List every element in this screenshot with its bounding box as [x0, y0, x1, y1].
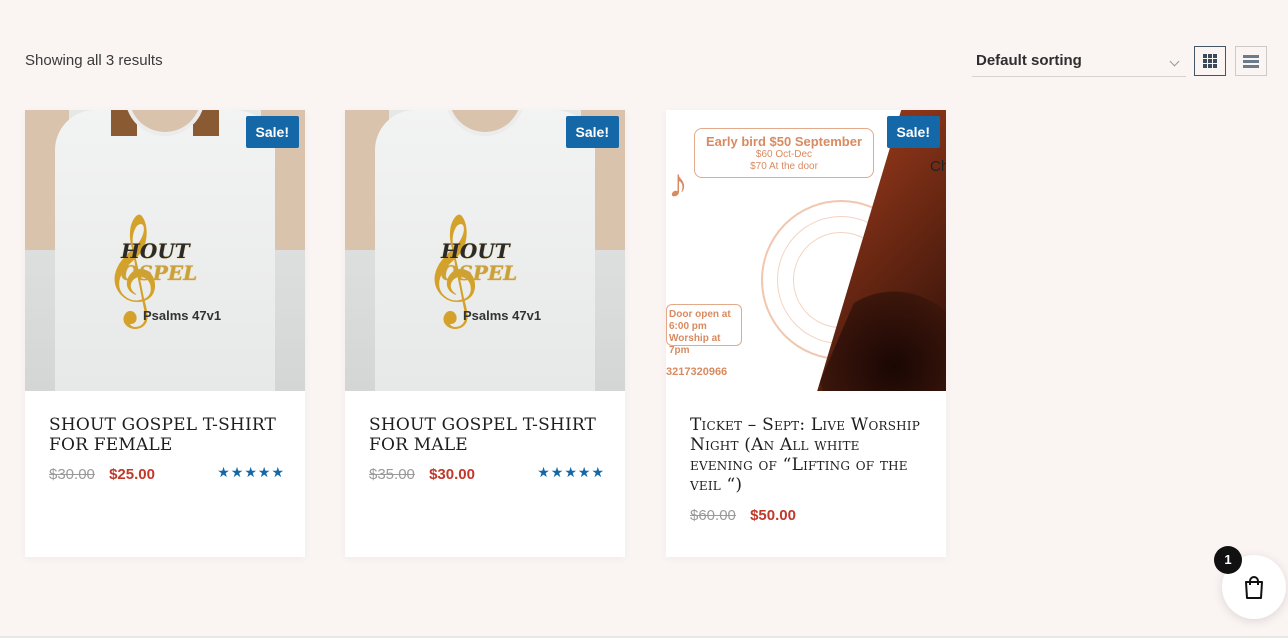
shirt-logo: HOUT OSPEL — [441, 239, 518, 285]
shirt-caption: Psalms 47v1 — [463, 308, 542, 323]
sorting-select[interactable]: Default sorting — [972, 46, 1186, 77]
price-row: $60.00 $50.00 — [690, 507, 926, 529]
chevron-down-icon — [1169, 56, 1180, 67]
shirt-logo: HOUT OSPEL — [121, 239, 198, 285]
sale-badge: Sale! — [886, 116, 940, 148]
old-price: $60.00 — [690, 507, 736, 524]
old-price: $30.00 — [49, 466, 95, 483]
product-title[interactable]: Ticket – Sept: Live Worship Night (An Al… — [690, 415, 926, 495]
star-rating: ★★★★★ — [537, 464, 605, 480]
grid-icon — [1203, 54, 1217, 68]
shirt-caption: Psalms 47v1 — [143, 308, 222, 323]
sale-price: $50.00 — [750, 507, 796, 524]
grid-view-button[interactable] — [1194, 46, 1226, 76]
ticket-corner-text: Ch — [930, 158, 946, 175]
ticket-price-box: Early bird $50 September $60 Oct-Dec $70… — [694, 128, 874, 178]
product-card[interactable]: 𝄞 HOUT OSPEL Psalms 47v1 Sale! SHOUT GOS… — [25, 110, 305, 557]
result-count: Showing all 3 results — [25, 52, 163, 69]
sale-badge: Sale! — [245, 116, 299, 148]
ticket-door-info: Door open at 6:00 pm Worship at 7pm — [666, 304, 742, 356]
cart-count-badge: 1 — [1214, 546, 1242, 574]
product-title[interactable]: SHOUT GOSPEL T-SHIRT FOR FEMALE — [49, 415, 285, 455]
shop-toolbar: Showing all 3 results Default sorting — [25, 44, 1267, 80]
sale-price: $25.00 — [109, 466, 155, 483]
price-row: $35.00 $30.00 ★★★★★ — [369, 464, 605, 488]
list-icon — [1243, 54, 1259, 68]
sorting-selected-label: Default sorting — [976, 52, 1082, 69]
price-row: $30.00 $25.00 ★★★★★ — [49, 464, 285, 488]
music-note-icon: ♪ — [668, 162, 688, 206]
shopping-bag-icon — [1245, 576, 1263, 599]
ticket-phone: 3217320966 — [666, 366, 728, 378]
product-card[interactable]: 𝄞 HOUT OSPEL Psalms 47v1 Sale! SHOUT GOS… — [345, 110, 625, 557]
product-image[interactable]: 𝄞 HOUT OSPEL Psalms 47v1 Sale! — [345, 110, 625, 391]
product-image[interactable]: ♪ Early bird $50 September $60 Oct-Dec $… — [666, 110, 946, 391]
star-rating: ★★★★★ — [217, 464, 285, 480]
sale-price: $30.00 — [429, 466, 475, 483]
product-card[interactable]: ♪ Early bird $50 September $60 Oct-Dec $… — [666, 110, 946, 557]
sale-badge: Sale! — [565, 116, 619, 148]
old-price: $35.00 — [369, 466, 415, 483]
product-title[interactable]: SHOUT GOSPEL T-SHIRT FOR MALE — [369, 415, 605, 455]
product-image[interactable]: 𝄞 HOUT OSPEL Psalms 47v1 Sale! — [25, 110, 305, 391]
list-view-button[interactable] — [1235, 46, 1267, 76]
